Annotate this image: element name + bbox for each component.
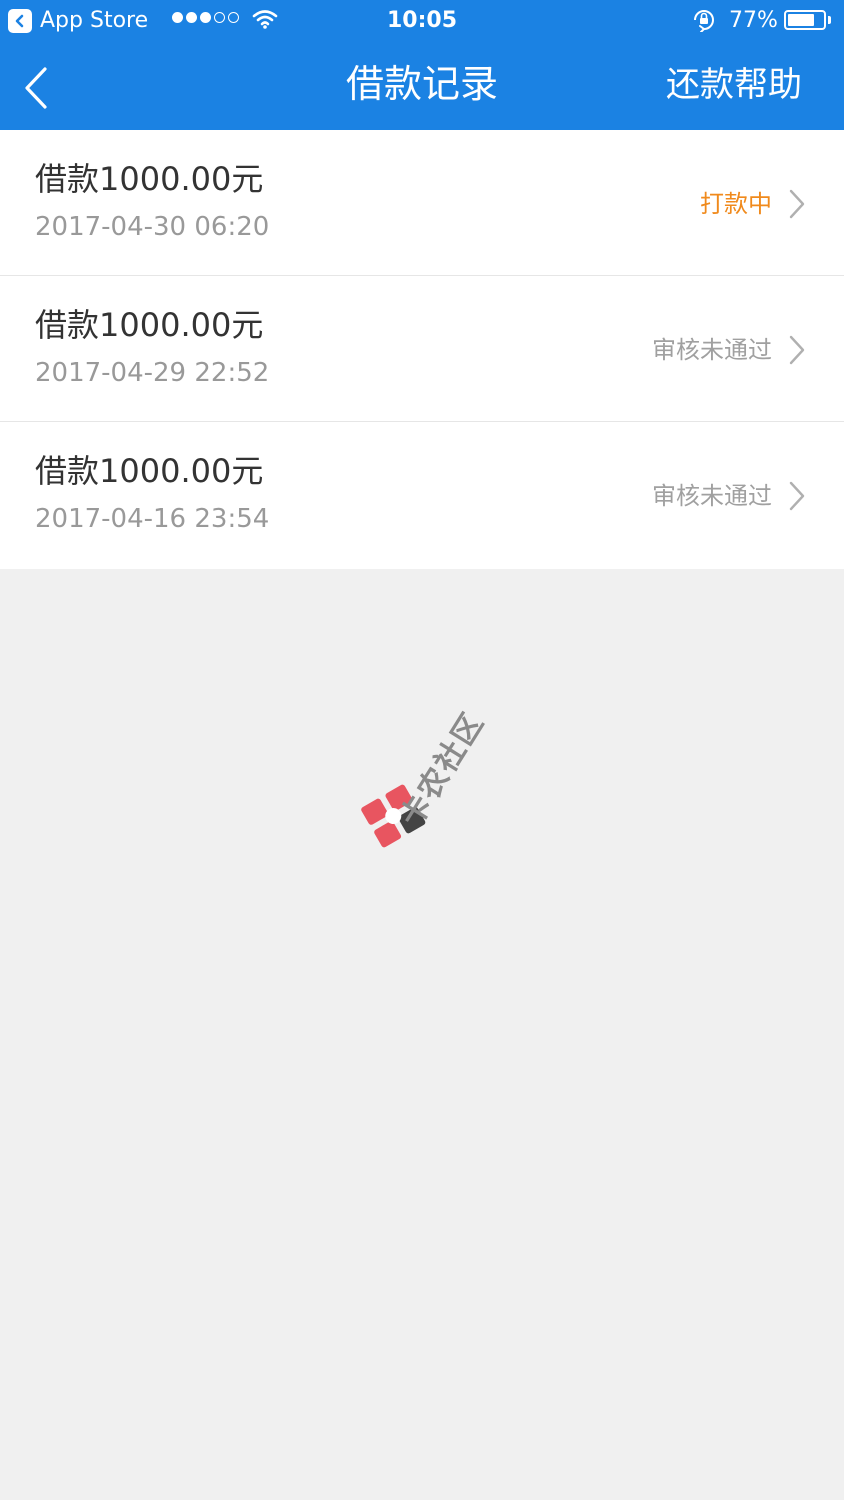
loan-status: 审核未通过 [652,482,772,510]
loan-date: 2017-04-29 22:52 [35,358,270,388]
loan-record-row[interactable]: 借款1000.00元 2017-04-16 23:54 审核未通过 [0,422,844,569]
battery-percent: 77% [729,8,778,33]
chevron-right-icon [789,481,805,511]
chevron-right-icon [789,189,805,219]
watermark-text: 卡农社区 [394,706,492,834]
battery-icon [784,10,826,30]
loan-amount: 借款1000.00元 [35,306,264,344]
loan-amount: 借款1000.00元 [35,160,264,198]
repayment-help-button[interactable]: 还款帮助 [666,60,802,110]
loan-date: 2017-04-30 06:20 [35,212,270,242]
battery-level-fill [788,14,814,26]
watermark: 卡农社区 [360,660,500,850]
battery-tip [828,16,831,24]
loan-record-list: 借款1000.00元 2017-04-30 06:20 打款中 借款1000.0… [0,130,844,569]
loan-status: 打款中 [700,190,772,218]
loan-record-row[interactable]: 借款1000.00元 2017-04-29 22:52 审核未通过 [0,276,844,422]
loan-record-row[interactable]: 借款1000.00元 2017-04-30 06:20 打款中 [0,130,844,276]
loan-status: 审核未通过 [652,336,772,364]
chevron-right-icon [789,335,805,365]
loan-date: 2017-04-16 23:54 [35,504,270,534]
top-bar: App Store 10:05 77% 借款记录 还款帮助 [0,0,844,130]
loan-amount: 借款1000.00元 [35,452,264,490]
clock: 10:05 [386,8,458,33]
status-bar: App Store 10:05 77% [0,0,844,42]
orientation-lock-icon [691,8,717,38]
navigation-bar: 借款记录 还款帮助 [0,42,844,130]
